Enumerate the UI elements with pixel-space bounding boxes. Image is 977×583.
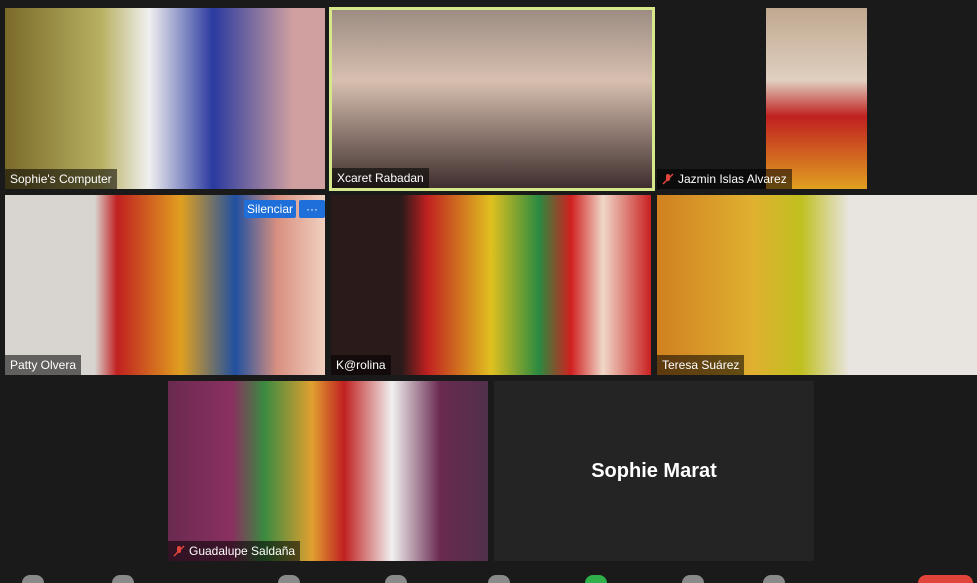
- muted-mic-icon: [662, 173, 674, 185]
- participant-name: Guadalupe Saldaña: [189, 544, 296, 558]
- participant-name: Patty Olvera: [10, 358, 77, 372]
- video-tile-xcaret-rabadan[interactable]: Xcaret Rabadan: [329, 7, 655, 191]
- security-shield-icon[interactable]: [278, 575, 300, 583]
- video-tile-sophie-marat[interactable]: Sophie Marat: [494, 381, 814, 561]
- participant-name-tag: Xcaret Rabadan: [332, 168, 429, 188]
- mute-participant-button[interactable]: Silenciar: [244, 200, 296, 218]
- participant-name: Sophie's Computer: [10, 172, 112, 186]
- participant-name-tag: Guadalupe Saldaña: [168, 541, 301, 561]
- participant-display-name: Sophie Marat: [591, 459, 717, 482]
- participant-name: Teresa Suárez: [662, 358, 740, 372]
- participant-name-tag: Sophie's Computer: [5, 169, 117, 189]
- video-tile-karolina[interactable]: K@rolina: [331, 195, 651, 375]
- share-screen-icon[interactable]: [585, 575, 607, 583]
- video-tile-jazmin-islas-alvarez[interactable]: Jazmin Islas Alvarez: [657, 8, 867, 189]
- muted-mic-icon: [173, 545, 185, 557]
- participant-name-tag: Jazmin Islas Alvarez: [657, 169, 792, 189]
- participant-name-tag: K@rolina: [331, 355, 391, 375]
- video-feed: [766, 8, 867, 189]
- end-meeting-button[interactable]: [918, 575, 973, 583]
- participant-name-tag: Patty Olvera: [5, 355, 82, 375]
- participant-name: Xcaret Rabadan: [337, 171, 424, 185]
- participant-name: K@rolina: [336, 358, 386, 372]
- participant-name: Jazmin Islas Alvarez: [678, 172, 787, 186]
- participants-icon[interactable]: [385, 575, 407, 583]
- video-tile-guadalupe-saldana[interactable]: Guadalupe Saldaña: [168, 381, 488, 561]
- meeting-toolbar: [0, 571, 977, 583]
- video-tile-teresa-suarez[interactable]: Teresa Suárez: [657, 195, 977, 375]
- more-options-button[interactable]: ···: [299, 200, 325, 218]
- chat-icon[interactable]: [488, 575, 510, 583]
- mic-icon[interactable]: [22, 575, 44, 583]
- reactions-icon[interactable]: [763, 575, 785, 583]
- video-tile-sophies-computer[interactable]: Sophie's Computer: [5, 8, 325, 189]
- video-camera-icon[interactable]: [112, 575, 134, 583]
- record-icon[interactable]: [682, 575, 704, 583]
- video-tile-patty-olvera[interactable]: Silenciar ··· Patty Olvera: [5, 195, 325, 375]
- participant-name-tag: Teresa Suárez: [657, 355, 745, 375]
